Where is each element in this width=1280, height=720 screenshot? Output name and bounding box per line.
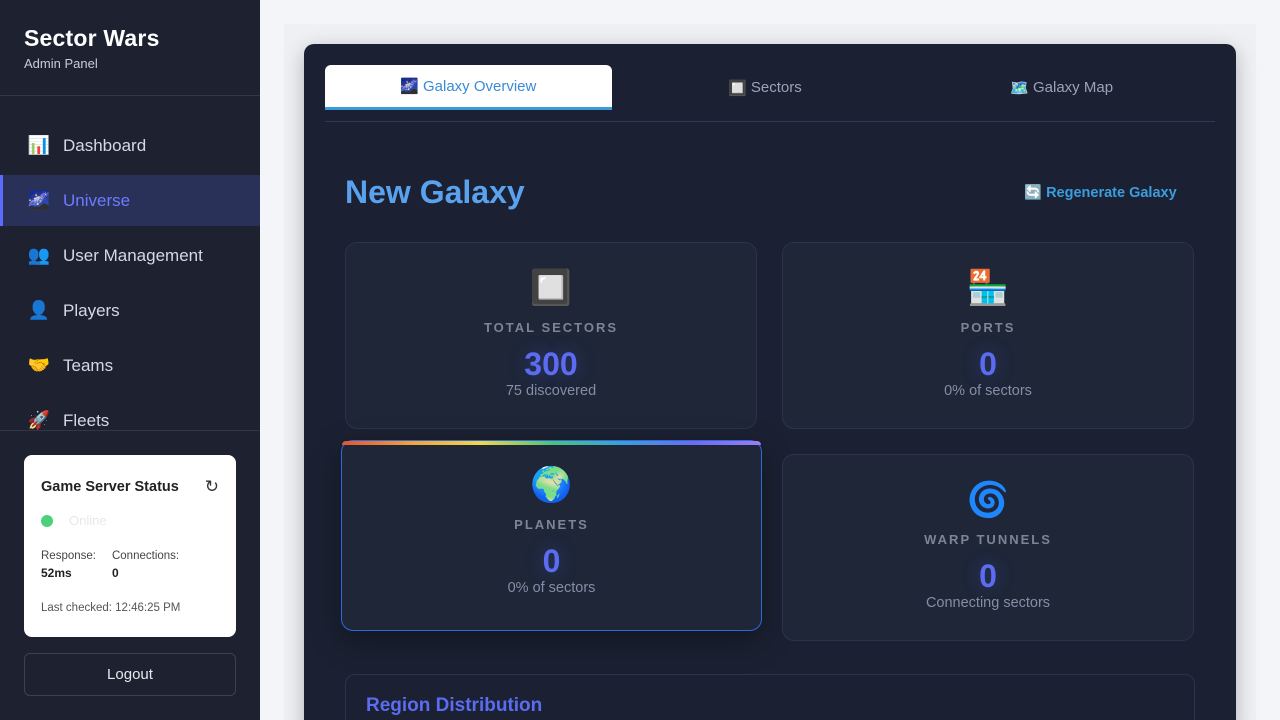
sidebar-item-user-management[interactable]: 👥 User Management bbox=[0, 230, 260, 281]
sidebar-item-label: Players bbox=[63, 300, 120, 320]
refresh-icon[interactable]: ↻ bbox=[205, 477, 219, 497]
store-icon: 🏪 bbox=[966, 269, 1010, 307]
logout-button[interactable]: Logout bbox=[24, 653, 236, 696]
sidebar-item-label: Fleets bbox=[63, 410, 110, 430]
square-icon: 🔲 bbox=[728, 79, 747, 97]
server-status-card: Game Server Status ↻ Online Response: 52… bbox=[24, 455, 236, 637]
card-label: WARP TUNNELS bbox=[924, 532, 1052, 547]
region-distribution-section: Region Distribution bbox=[345, 674, 1195, 720]
server-status-title: Game Server Status bbox=[41, 479, 179, 495]
rocket-icon: 🚀 bbox=[27, 410, 51, 430]
sidebar-item-label: Universe bbox=[63, 190, 131, 210]
sidebar-item-teams[interactable]: 🤝 Teams bbox=[0, 340, 260, 391]
response-metric: Response: 52ms bbox=[41, 550, 96, 580]
connections-metric: Connections: 0 bbox=[112, 550, 179, 580]
card-subtext: Connecting sectors bbox=[925, 595, 1051, 611]
galaxy-panel: 🌌 Galaxy Overview 🔲 Sectors 🗺️ Galaxy Ma… bbox=[304, 44, 1236, 720]
response-value: 52ms bbox=[41, 566, 72, 580]
card-value: 300 bbox=[524, 346, 578, 382]
response-label: Response: bbox=[41, 550, 96, 562]
regenerate-label: Regenerate Galaxy bbox=[1046, 184, 1177, 201]
users-icon: 👥 bbox=[27, 245, 51, 265]
tab-bar: 🌌 Galaxy Overview 🔲 Sectors 🗺️ Galaxy Ma… bbox=[325, 65, 1215, 122]
card-subtext: 75 discovered bbox=[505, 383, 597, 399]
ports-card: 🏪 PORTS 0 0% of sectors bbox=[782, 242, 1194, 429]
sidebar-item-dashboard[interactable]: 📊 Dashboard bbox=[0, 120, 260, 171]
card-label: PLANETS bbox=[514, 517, 589, 532]
rainbow-accent-bar bbox=[342, 441, 761, 445]
tab-sectors[interactable]: 🔲 Sectors bbox=[622, 65, 909, 110]
tab-label: Sectors bbox=[750, 79, 802, 96]
tab-galaxy-overview[interactable]: 🌌 Galaxy Overview bbox=[325, 65, 612, 110]
card-value: 0 bbox=[979, 346, 997, 382]
sidebar-item-players[interactable]: 👤 Players bbox=[0, 285, 260, 336]
refresh-icon: 🔄 bbox=[1024, 185, 1043, 201]
card-value: 0 bbox=[979, 558, 997, 594]
regenerate-galaxy-button[interactable]: 🔄 Regenerate Galaxy bbox=[1024, 184, 1177, 202]
map-icon: 🗺️ bbox=[1010, 79, 1029, 97]
status-text: Online bbox=[69, 513, 107, 528]
card-subtext: 0% of sectors bbox=[944, 383, 1032, 399]
galaxy-icon: 🌌 bbox=[400, 78, 419, 95]
user-icon: 👤 bbox=[27, 300, 51, 320]
tab-galaxy-map[interactable]: 🗺️ Galaxy Map bbox=[918, 65, 1205, 110]
app-subtitle: Admin Panel bbox=[24, 56, 98, 71]
globe-icon: 🌍 bbox=[530, 466, 573, 504]
card-label: PORTS bbox=[960, 320, 1016, 335]
vortex-icon: 🌀 bbox=[966, 481, 1010, 519]
sidebar-item-label: Teams bbox=[63, 355, 114, 375]
handshake-icon: 🤝 bbox=[27, 355, 51, 375]
sidebar-item-label: Dashboard bbox=[63, 135, 147, 155]
sidebar-item-universe[interactable]: 🌌 Universe bbox=[0, 175, 260, 226]
sidebar-item-label: User Management bbox=[63, 245, 203, 265]
connections-label: Connections: bbox=[111, 550, 180, 562]
card-value: 0 bbox=[542, 543, 561, 579]
brand: Sector Wars Admin Panel bbox=[0, 0, 260, 96]
square-icon: 🔲 bbox=[529, 269, 573, 307]
planets-card: 🌍 PLANETS 0 0% of sectors bbox=[341, 440, 762, 631]
connections-value: 0 bbox=[111, 566, 119, 580]
galaxy-icon: 🌌 bbox=[27, 190, 51, 210]
total-sectors-card: 🔲 TOTAL SECTORS 300 75 discovered bbox=[345, 242, 757, 429]
sidebar-divider bbox=[0, 430, 260, 431]
tab-label: Galaxy Overview bbox=[422, 77, 537, 95]
chart-icon: 📊 bbox=[27, 135, 51, 155]
sidebar-nav: 📊 Dashboard 🌌 Universe 👥 User Management… bbox=[0, 120, 260, 430]
status-indicator-dot bbox=[41, 514, 53, 527]
card-subtext: 0% of sectors bbox=[507, 580, 596, 596]
last-checked: Last checked: 12:46:25 PM bbox=[41, 602, 181, 614]
sidebar: Sector Wars Admin Panel 📊 Dashboard 🌌 Un… bbox=[0, 0, 260, 720]
warp-tunnels-card: 🌀 WARP TUNNELS 0 Connecting sectors bbox=[782, 454, 1194, 641]
tab-label: Galaxy Map bbox=[1033, 79, 1114, 96]
card-label: TOTAL SECTORS bbox=[483, 320, 619, 335]
region-distribution-title: Region Distribution bbox=[366, 695, 543, 716]
app-title: Sector Wars bbox=[24, 25, 160, 51]
page-title: New Galaxy bbox=[345, 174, 525, 210]
sidebar-item-fleets[interactable]: 🚀 Fleets bbox=[0, 395, 260, 430]
